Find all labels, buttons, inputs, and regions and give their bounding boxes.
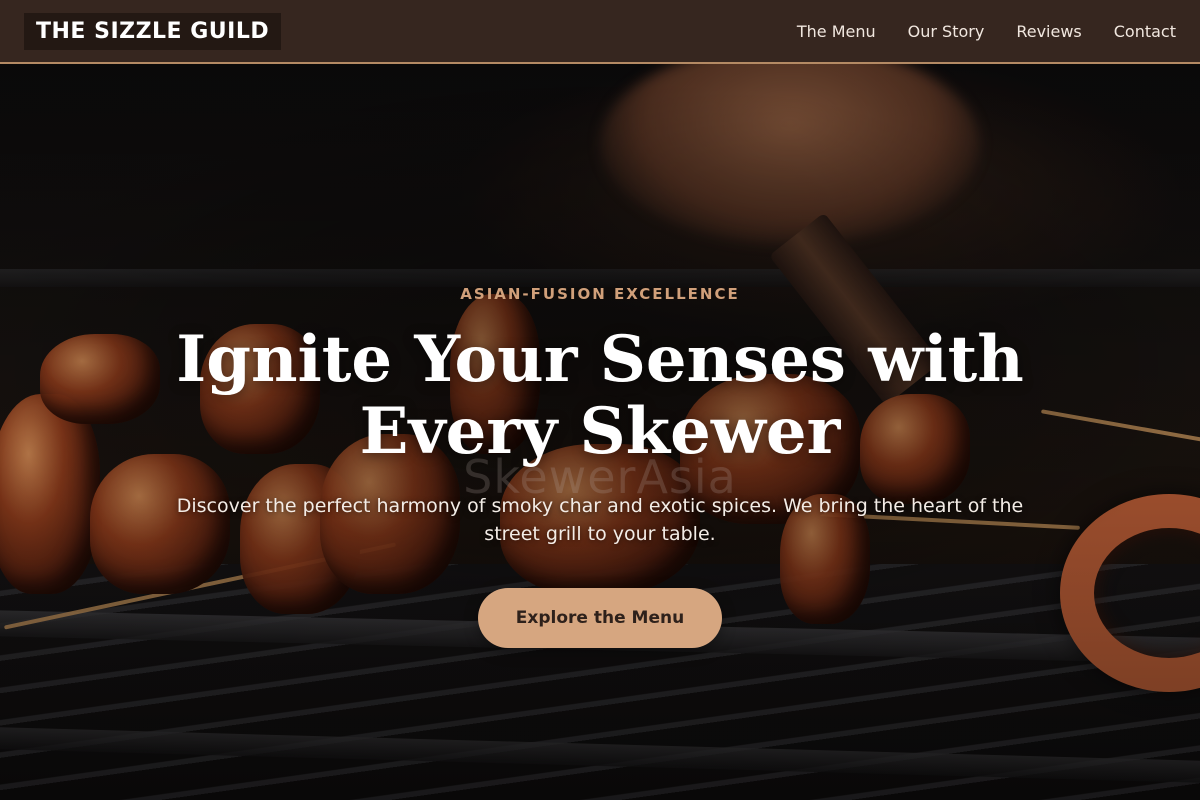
main-nav: The Menu Our Story Reviews Contact <box>797 0 1176 62</box>
hero-section: ASIAN-FUSION EXCELLENCE SkewerAsia Ignit… <box>0 64 1200 800</box>
site-header: THE SIZZLE GUILD The Menu Our Story Revi… <box>0 0 1200 64</box>
nav-link-contact[interactable]: Contact <box>1114 22 1176 41</box>
explore-menu-button[interactable]: Explore the Menu <box>478 588 722 648</box>
site-logo[interactable]: THE SIZZLE GUILD <box>24 13 282 50</box>
hero-subtext: Discover the perfect harmony of smoky ch… <box>176 495 1024 545</box>
nav-link-reviews[interactable]: Reviews <box>1016 22 1081 41</box>
nav-link-our-story[interactable]: Our Story <box>908 22 985 41</box>
landing-page: THE SIZZLE GUILD The Menu Our Story Revi… <box>0 0 1200 800</box>
nav-link-menu[interactable]: The Menu <box>797 22 876 41</box>
hero-eyebrow: ASIAN-FUSION EXCELLENCE <box>460 285 740 303</box>
hero-headline: Ignite Your Senses with Every Skewer <box>176 322 1024 469</box>
